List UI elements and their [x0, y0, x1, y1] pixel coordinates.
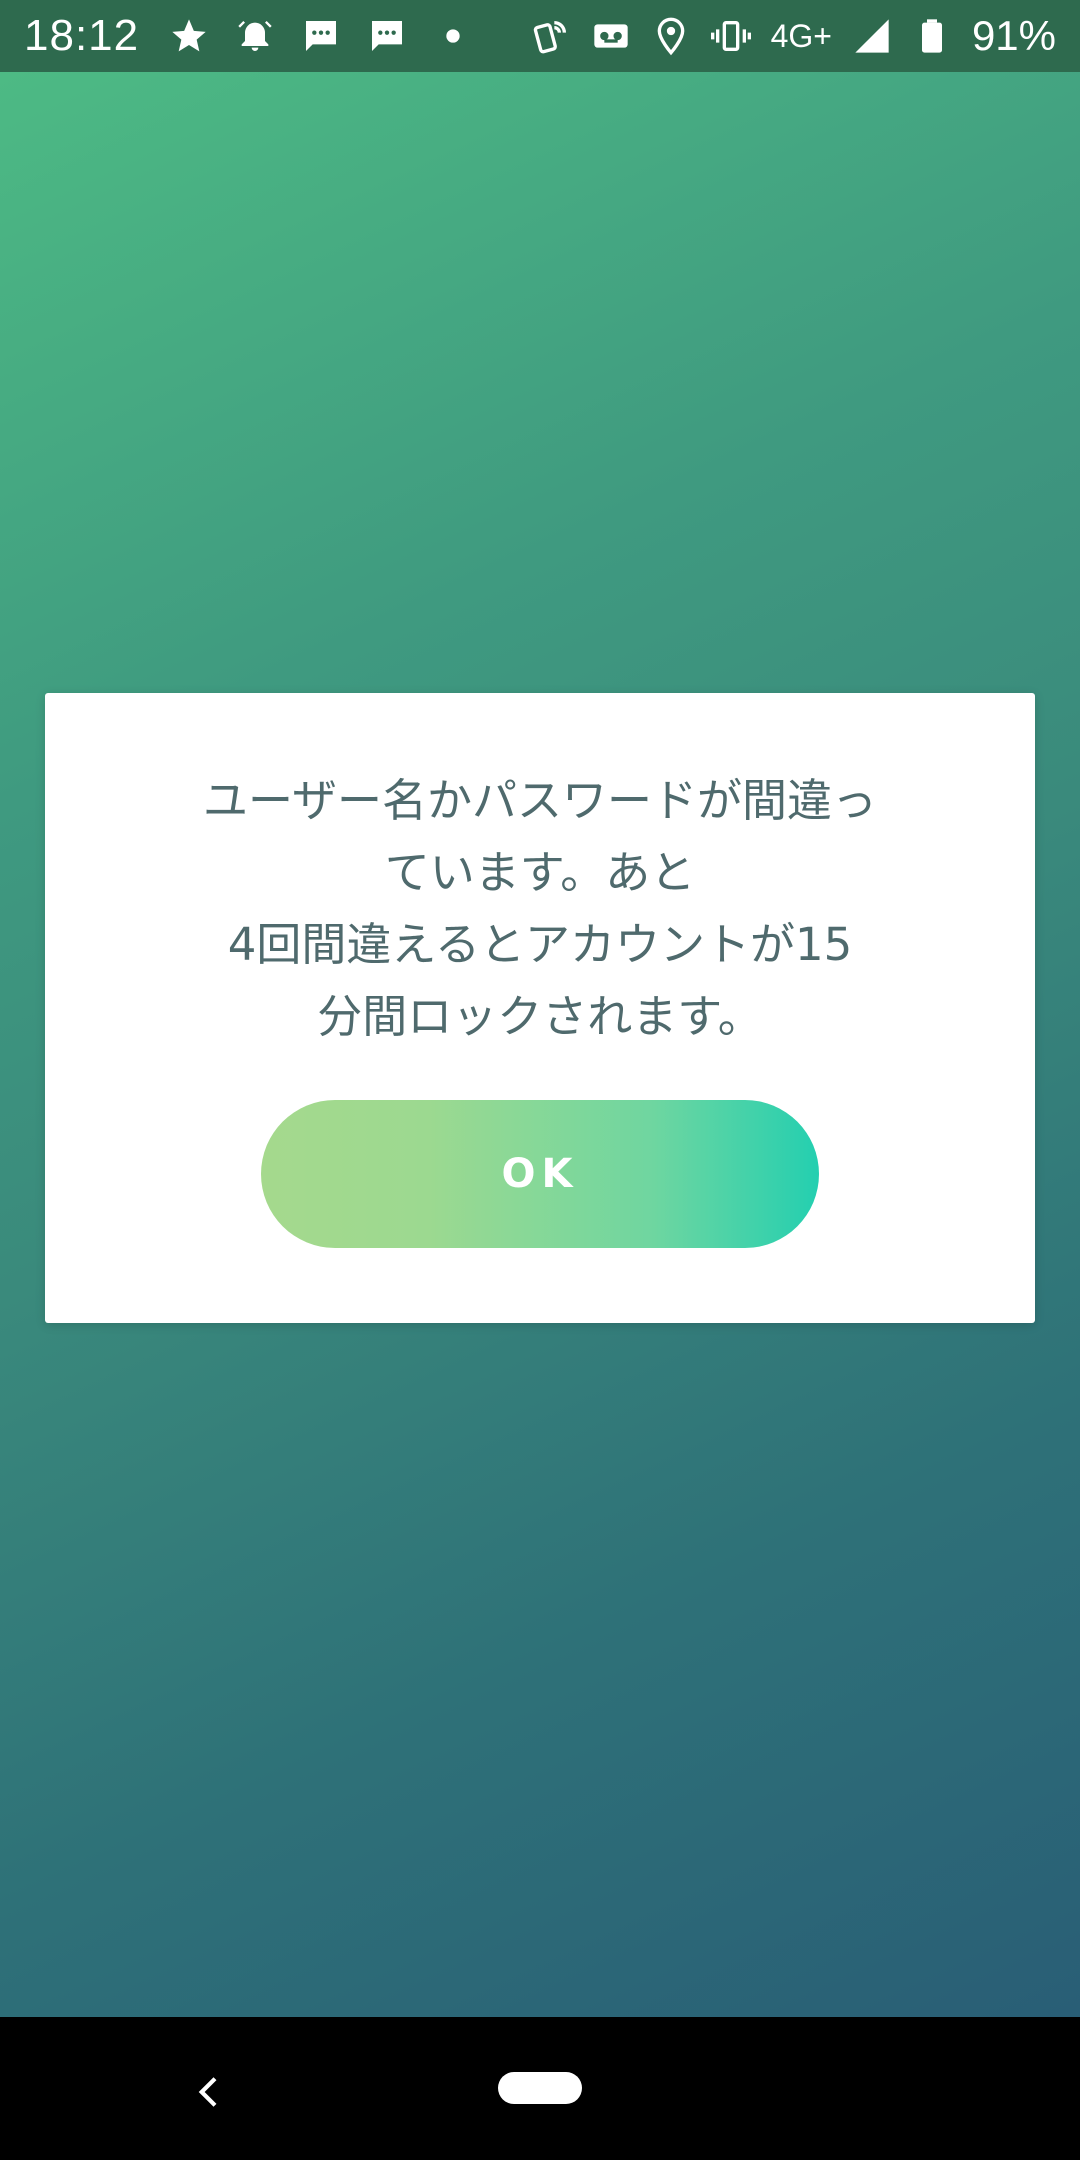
notification-icons: [169, 16, 473, 56]
system-icons: 4G+ 91%: [531, 12, 1056, 60]
home-pill[interactable]: [498, 2072, 582, 2104]
dialog-message: ユーザー名かパスワードが間違っ ています。あと 4回間違えるとアカウントが15 …: [202, 774, 878, 1043]
error-dialog: ユーザー名かパスワードが間違っ ています。あと 4回間違えるとアカウントが15 …: [45, 693, 1035, 1323]
dot-icon: [433, 16, 473, 56]
status-time: 18:12: [24, 11, 140, 60]
status-bar: 18:12 4G+ 91%: [0, 0, 1080, 72]
navigation-bar: [0, 2017, 1080, 2160]
ok-button[interactable]: OK: [261, 1100, 819, 1248]
star-icon: [169, 16, 209, 56]
message-icon: [301, 16, 341, 56]
message-icon: [367, 16, 407, 56]
nfc-icon: [531, 16, 571, 56]
vibrate-icon: [710, 16, 751, 56]
voicemail-icon: [591, 16, 631, 56]
alarm-icon: [235, 16, 275, 56]
signal-icon: [852, 16, 892, 56]
battery-percent: 91%: [971, 12, 1056, 59]
back-icon[interactable]: [185, 2067, 235, 2117]
location-icon: [651, 16, 691, 56]
network-type: 4G+: [770, 17, 832, 54]
battery-icon: [912, 16, 952, 56]
